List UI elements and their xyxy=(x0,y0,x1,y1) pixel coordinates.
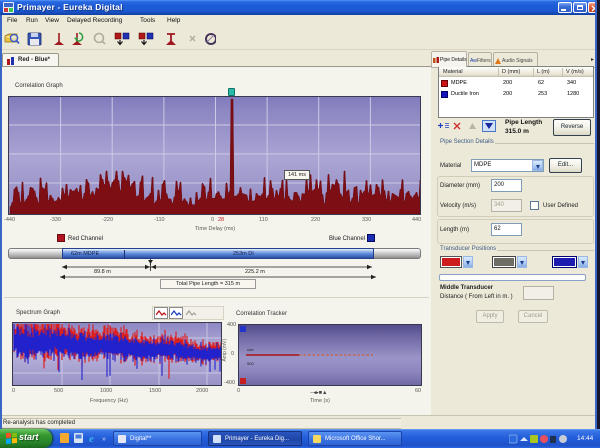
svg-text:e: e xyxy=(89,433,94,444)
svg-text:»: » xyxy=(102,436,106,443)
svg-text:500: 500 xyxy=(247,361,254,366)
svg-text:corr: corr xyxy=(247,347,255,352)
